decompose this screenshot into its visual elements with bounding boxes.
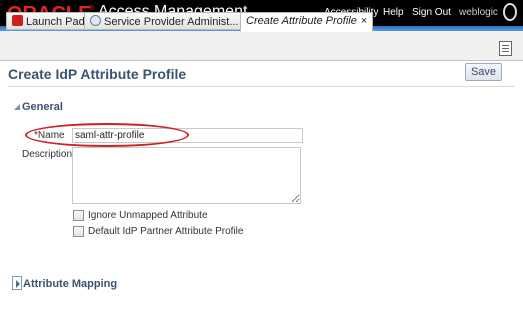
divider [8,86,515,87]
default-idp-profile-checkbox[interactable] [73,226,84,237]
tab-label: Launch Pad [26,16,85,28]
name-input[interactable] [72,128,303,143]
general-section-header[interactable]: General [14,101,63,113]
ignore-unmapped-label: Ignore Unmapped Attribute [88,210,208,221]
attribute-mapping-header[interactable]: Attribute Mapping [23,278,117,290]
help-link[interactable]: Help [383,7,404,18]
sign-out-link[interactable]: Sign Out [412,7,451,18]
tab-create-attribute-profile[interactable]: Create Attribute Profile × [240,12,374,32]
general-heading: General [22,101,63,113]
ignore-unmapped-checkbox[interactable] [73,210,84,221]
description-label: Description [22,149,73,160]
service-provider-icon [90,15,101,26]
document-icon[interactable] [499,41,512,56]
description-textarea[interactable] [72,147,301,204]
default-idp-profile-label: Default IdP Partner Attribute Profile [88,226,244,237]
tab-service-provider[interactable]: Service Provider Administ...× [84,12,255,30]
expand-triangle-icon[interactable] [12,276,22,290]
user-icon[interactable] [503,3,517,21]
name-label: *Name [34,130,65,141]
launch-pad-icon [12,15,23,26]
close-icon[interactable]: × [361,15,367,27]
save-button[interactable]: Save [465,63,502,81]
tab-launch-pad[interactable]: Launch Pad [6,12,91,30]
tab-label: Service Provider Administ... [104,16,239,28]
tab-label: Create Attribute Profile [246,15,357,27]
collapse-triangle-icon[interactable] [14,104,20,110]
registered-mark: ® [89,5,95,12]
username: weblogic [459,7,498,18]
page-title: Create IdP Attribute Profile [8,66,187,82]
name-label-text: Name [37,130,65,141]
